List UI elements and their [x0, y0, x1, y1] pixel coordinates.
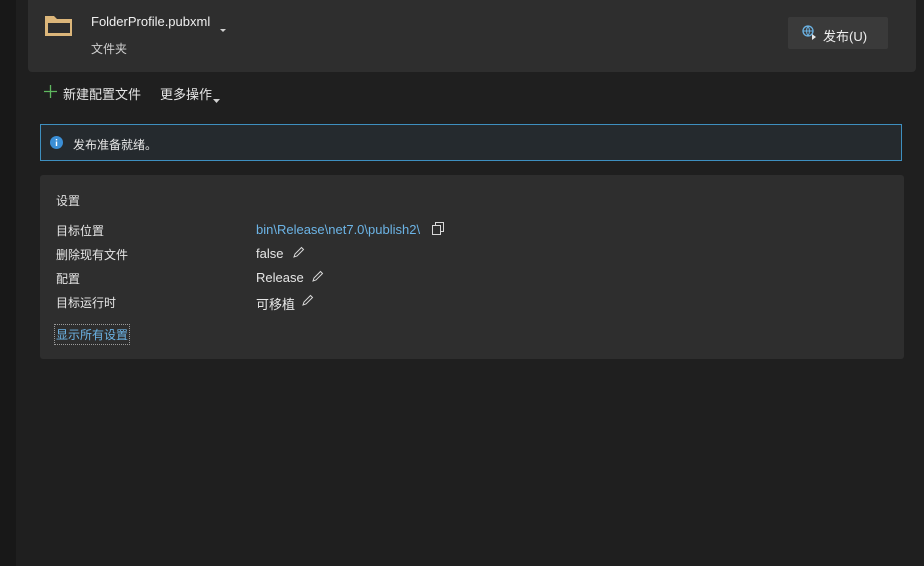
setting-label: 目标位置	[56, 224, 105, 238]
info-icon	[50, 136, 63, 152]
setting-row-configuration: 配置 Release	[56, 270, 896, 290]
settings-panel: 设置 目标位置 bin\Release\net7.0\publish2\ 删除现…	[40, 175, 904, 359]
publish-globe-icon	[802, 25, 818, 44]
more-actions-label: 更多操作	[160, 87, 213, 102]
edit-icon[interactable]	[311, 270, 324, 286]
left-strip	[0, 0, 16, 566]
setting-row-target-location: 目标位置 bin\Release\net7.0\publish2\	[56, 222, 896, 242]
profile-header: FolderProfile.pubxml 文件夹 发布(U)	[28, 0, 916, 72]
setting-row-delete-existing: 删除现有文件 false	[56, 246, 896, 266]
setting-label: 删除现有文件	[56, 248, 129, 262]
edit-icon[interactable]	[301, 294, 314, 310]
info-message: 发布准备就绪。	[73, 138, 158, 152]
new-profile-label: 新建配置文件	[63, 87, 142, 102]
setting-value: 可移植	[256, 297, 296, 312]
setting-value: false	[256, 246, 284, 261]
copy-icon[interactable]	[431, 222, 445, 239]
profile-type: 文件夹	[91, 42, 128, 56]
settings-title: 设置	[56, 194, 81, 208]
plus-icon	[44, 85, 57, 101]
setting-label: 配置	[56, 272, 81, 286]
info-bar: 发布准备就绪。	[40, 124, 902, 161]
setting-row-target-runtime: 目标运行时 可移植	[56, 294, 896, 314]
profile-name-dropdown[interactable]: FolderProfile.pubxml	[91, 14, 210, 29]
show-all-settings-link[interactable]: 显示所有设置	[54, 324, 131, 345]
setting-label: 目标运行时	[56, 296, 117, 310]
edit-icon[interactable]	[292, 246, 305, 262]
publish-button-label: 发布(U)	[823, 29, 868, 44]
chevron-down-icon	[213, 91, 220, 106]
more-actions-dropdown[interactable]: 更多操作	[160, 84, 220, 103]
setting-value: Release	[256, 270, 304, 285]
chevron-down-icon[interactable]	[219, 21, 227, 36]
target-location-link[interactable]: bin\Release\net7.0\publish2\	[256, 222, 420, 237]
folder-icon	[44, 13, 74, 40]
publish-button[interactable]: 发布(U)	[788, 17, 888, 49]
